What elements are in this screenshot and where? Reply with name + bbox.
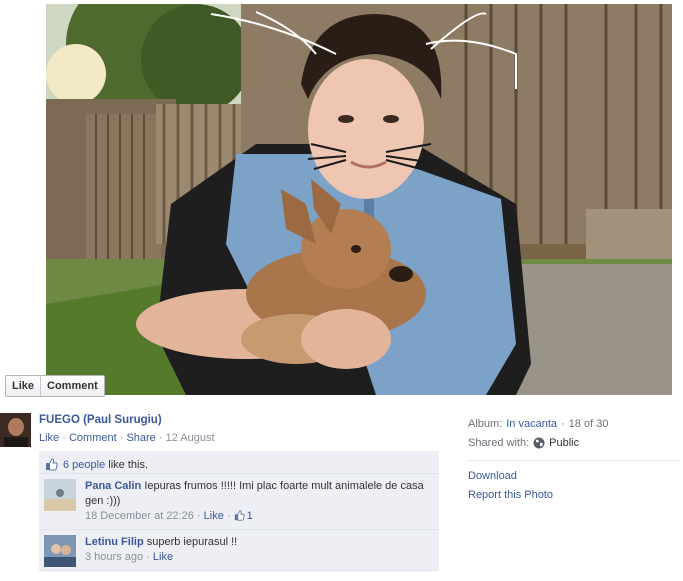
- photo-sidebar: Album: In vacanta · 18 of 30 Shared with…: [468, 414, 680, 505]
- comment-author[interactable]: Pana Calin: [85, 480, 141, 492]
- sidebar-divider: [468, 460, 680, 461]
- comment-author[interactable]: Letinu Filip: [85, 536, 144, 548]
- separator-dot: ·: [223, 510, 234, 522]
- photo-action-bar: Like Comment: [5, 375, 105, 397]
- privacy-value[interactable]: Public: [549, 437, 579, 449]
- album-label: Album:: [468, 417, 503, 430]
- comment-item: Letinu Filip superb iepurasul !! 3 hours…: [39, 530, 439, 571]
- separator-dot: ·: [116, 432, 127, 444]
- post-date: 12 August: [165, 432, 215, 444]
- shared-label: Shared with:: [468, 436, 530, 449]
- separator-dot: ·: [59, 432, 69, 444]
- commenter-avatar[interactable]: [44, 479, 76, 511]
- photo[interactable]: [46, 4, 672, 395]
- comment-time: 3 hours ago: [85, 551, 144, 563]
- album-row: Album: In vacanta · 18 of 30: [468, 414, 680, 433]
- post-like-link[interactable]: Like: [39, 432, 59, 444]
- comment-meta: 18 December at 22:26 · Like · 1: [85, 509, 429, 524]
- shared-row: Shared with: Public: [468, 433, 680, 452]
- comment-meta: 3 hours ago · Like: [85, 550, 429, 565]
- separator-dot: ·: [155, 432, 166, 444]
- thumbs-up-icon: [45, 458, 58, 471]
- separator-dot: ·: [193, 510, 204, 522]
- comment-like-count[interactable]: 1: [247, 510, 253, 522]
- photo-image: [46, 4, 672, 395]
- post-comment-link[interactable]: Comment: [69, 432, 117, 444]
- likes-summary: 6 people like this.: [39, 451, 439, 474]
- author-avatar[interactable]: [0, 413, 31, 447]
- post-share-link[interactable]: Share: [126, 432, 155, 444]
- author-name[interactable]: FUEGO (Paul Surugiu): [39, 414, 162, 426]
- separator-dot: ·: [143, 551, 153, 563]
- separator-dot: ·: [561, 417, 565, 430]
- comment-like-link[interactable]: Like: [153, 551, 173, 563]
- post-header: FUEGO (Paul Surugiu) Like · Comment · Sh…: [0, 412, 440, 452]
- likes-suffix: like this.: [108, 458, 149, 471]
- commenter-avatar-image: [44, 535, 76, 567]
- photo-like-button[interactable]: Like: [6, 376, 41, 396]
- download-link[interactable]: Download: [468, 467, 680, 486]
- feedback-box: 6 people like this. Pana Calin Iepuras f…: [39, 451, 439, 571]
- comment-time: 18 December at 22:26: [85, 510, 194, 522]
- album-link[interactable]: In vacanta: [506, 418, 557, 430]
- commenter-avatar-image: [44, 479, 76, 511]
- thumbs-up-icon: [234, 510, 247, 523]
- album-position: 18 of 30: [568, 417, 609, 430]
- author-avatar-image: [0, 413, 31, 447]
- comment-text: superb iepurasul !!: [146, 536, 238, 548]
- comment-item: Pana Calin Iepuras frumos !!!!! Imi plac…: [39, 474, 439, 530]
- likes-people-link[interactable]: 6 people: [63, 459, 105, 471]
- report-photo-link[interactable]: Report this Photo: [468, 486, 680, 505]
- photo-comment-button[interactable]: Comment: [40, 376, 104, 396]
- globe-icon[interactable]: [533, 437, 545, 449]
- post-meta: Like · Comment · Share · 12 August: [39, 432, 215, 444]
- photo-stage: Like Comment: [0, 0, 683, 403]
- comment-like-link[interactable]: Like: [204, 510, 224, 522]
- commenter-avatar[interactable]: [44, 535, 76, 567]
